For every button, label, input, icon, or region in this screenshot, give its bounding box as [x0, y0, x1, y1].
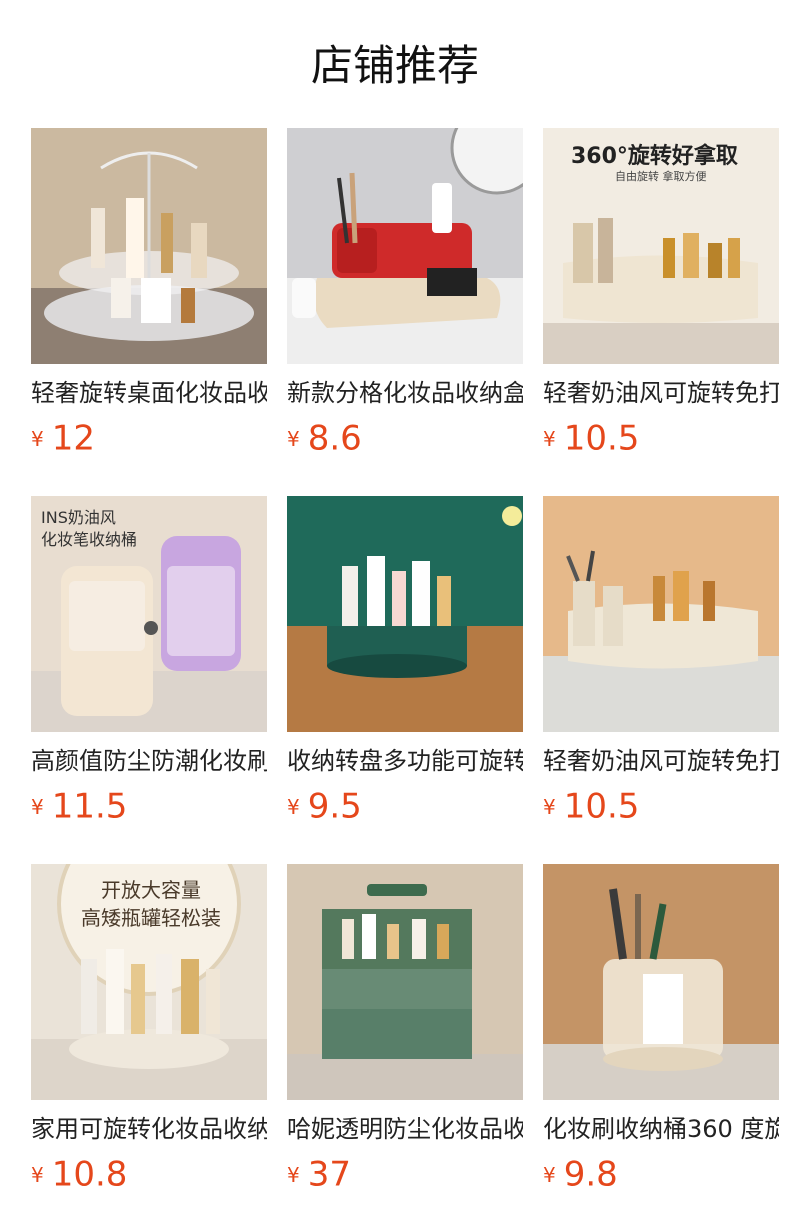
image-overlay-title: INS奶油风: [41, 508, 116, 527]
product-price: ¥12: [31, 420, 267, 457]
product-name[interactable]: 轻奢旋转桌面化妆品收纳盒: [31, 378, 267, 408]
product-image[interactable]: [543, 496, 779, 732]
product-price: ¥8.6: [287, 420, 523, 457]
price-value: 10.5: [563, 786, 640, 827]
product-image[interactable]: 开放大容量 高矮瓶罐轻松装: [31, 864, 267, 1100]
product-image[interactable]: [287, 864, 523, 1100]
currency-symbol: ¥: [287, 1162, 300, 1187]
price-value: 11.5: [51, 786, 128, 827]
product-card[interactable]: INS奶油风 化妆笔收纳桶 高颜值防尘防潮化妆刷收纳桶 ¥11.5: [31, 496, 267, 825]
product-card[interactable]: 新款分格化妆品收纳盒桌面 ¥8.6: [287, 128, 523, 457]
product-name[interactable]: 轻奢奶油风可旋转免打孔: [543, 378, 779, 408]
currency-symbol: ¥: [287, 426, 300, 451]
product-name[interactable]: 家用可旋转化妆品收纳盒: [31, 1114, 267, 1144]
image-overlay-title: 开放大容量: [101, 878, 201, 902]
price-value: 10.8: [51, 1154, 128, 1195]
currency-symbol: ¥: [31, 1162, 44, 1187]
product-name[interactable]: 高颜值防尘防潮化妆刷收纳桶: [31, 746, 267, 776]
currency-symbol: ¥: [543, 1162, 556, 1187]
image-overlay-title: 360°旋转好拿取: [571, 144, 738, 169]
product-card[interactable]: 360°旋转好拿取 自由旋转 拿取方便 轻奢奶油风可旋转免打孔 ¥10.5: [543, 128, 779, 457]
price-value: 9.8: [563, 1154, 618, 1195]
product-name[interactable]: 新款分格化妆品收纳盒桌面: [287, 378, 523, 408]
product-image[interactable]: [287, 128, 523, 364]
product-card[interactable]: 轻奢奶油风可旋转免打孔 ¥10.5: [543, 496, 779, 825]
product-card[interactable]: 化妆刷收纳桶360 度旋转 ¥9.8: [543, 864, 779, 1193]
product-price: ¥9.5: [287, 788, 523, 825]
product-name[interactable]: 轻奢奶油风可旋转免打孔: [543, 746, 779, 776]
currency-symbol: ¥: [287, 794, 300, 819]
currency-symbol: ¥: [31, 794, 44, 819]
page-title: 店铺推荐: [310, 41, 479, 90]
price-value: 10.5: [563, 418, 640, 459]
product-price: ¥9.8: [543, 1156, 779, 1193]
product-image[interactable]: [287, 496, 523, 732]
product-price: ¥10.5: [543, 420, 779, 457]
price-value: 9.5: [307, 786, 362, 827]
product-name[interactable]: 化妆刷收纳桶360 度旋转: [543, 1114, 779, 1144]
price-value: 12: [51, 418, 95, 459]
product-name[interactable]: 哈妮透明防尘化妆品收纳盒: [287, 1114, 523, 1144]
price-value: 37: [307, 1154, 351, 1195]
product-price: ¥10.8: [31, 1156, 267, 1193]
product-card[interactable]: 收纳转盘多功能可旋转置物架 ¥9.5: [287, 496, 523, 825]
price-value: 8.6: [307, 418, 362, 459]
product-price: ¥11.5: [31, 788, 267, 825]
product-image[interactable]: 360°旋转好拿取 自由旋转 拿取方便: [543, 128, 779, 364]
product-card[interactable]: 开放大容量 高矮瓶罐轻松装 家用可旋转化妆品收纳盒 ¥10.8: [31, 864, 267, 1193]
image-overlay-subtitle: 自由旋转 拿取方便: [615, 170, 707, 183]
product-card[interactable]: 轻奢旋转桌面化妆品收纳盒 ¥12: [31, 128, 267, 457]
product-price: ¥37: [287, 1156, 523, 1193]
currency-symbol: ¥: [543, 794, 556, 819]
product-card[interactable]: 哈妮透明防尘化妆品收纳盒 ¥37: [287, 864, 523, 1193]
product-image[interactable]: [31, 128, 267, 364]
product-image[interactable]: INS奶油风 化妆笔收纳桶: [31, 496, 267, 732]
product-name[interactable]: 收纳转盘多功能可旋转置物架: [287, 746, 523, 776]
currency-symbol: ¥: [31, 426, 44, 451]
image-overlay-subtitle: 化妆笔收纳桶: [41, 530, 138, 549]
product-price: ¥10.5: [543, 788, 779, 825]
product-image[interactable]: [543, 864, 779, 1100]
image-overlay-subtitle: 高矮瓶罐轻松装: [81, 906, 221, 930]
currency-symbol: ¥: [543, 426, 556, 451]
